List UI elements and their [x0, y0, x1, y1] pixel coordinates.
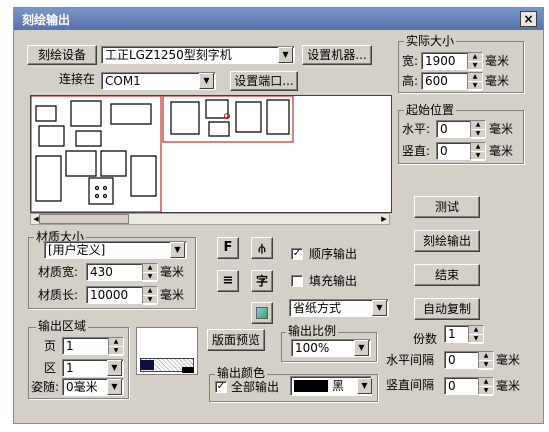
- width-unit: 毫米: [485, 54, 510, 68]
- end-button[interactable]: 结束: [414, 264, 480, 286]
- layout-preview-button[interactable]: 版面预览: [207, 329, 265, 351]
- width-label: 宽:: [402, 54, 419, 68]
- zone-dropdown-icon[interactable]: ▼: [107, 360, 122, 376]
- all-output-label: 全部输出: [231, 380, 280, 394]
- start-v-spinner[interactable]: ▲ ▼: [470, 143, 485, 161]
- start-h-label: 水平:: [402, 122, 431, 136]
- align-lines-icon[interactable]: ≡: [217, 270, 239, 292]
- cut-label: 姿随:: [31, 380, 60, 394]
- start-h-unit: 毫米: [489, 122, 514, 136]
- material-width-label: 材质宽:: [38, 265, 79, 279]
- cut-output-button[interactable]: 刻绘输出: [414, 230, 480, 252]
- start-position-label: 起始位置: [404, 103, 457, 117]
- copies-label: 份数: [413, 332, 438, 346]
- color-dropdown-icon[interactable]: ▼: [357, 378, 372, 394]
- auto-copy-button[interactable]: 自动复制: [414, 298, 480, 320]
- image-swatch: [256, 307, 268, 319]
- color-name: 黑: [332, 379, 345, 393]
- start-h-spinner[interactable]: ▲ ▼: [470, 121, 485, 139]
- port-label: 连接在: [59, 72, 96, 86]
- mini-preview-marker: [182, 367, 194, 373]
- title-bar[interactable]: [14, 8, 543, 30]
- cut-dropdown-icon[interactable]: ▼: [107, 379, 122, 395]
- color-swatch: [294, 380, 328, 392]
- fill-checkbox[interactable]: [291, 275, 303, 287]
- v-gap-spinner[interactable]: ▲ ▼: [478, 378, 493, 396]
- sequential-checkbox[interactable]: ✓: [291, 248, 303, 260]
- material-width-unit: 毫米: [160, 265, 185, 279]
- height-spinner[interactable]: ▲ ▼: [467, 73, 482, 91]
- sequential-label: 顺序输出: [309, 247, 358, 261]
- character-icon[interactable]: 字: [251, 270, 273, 292]
- start-v-label: 竖直:: [402, 144, 431, 158]
- output-area-label: 输出区域: [36, 319, 89, 333]
- mini-preview: [136, 327, 198, 375]
- height-unit: 毫米: [485, 74, 510, 88]
- mini-preview-job: [140, 360, 154, 370]
- device-dropdown-icon[interactable]: ▼: [278, 47, 293, 63]
- material-width-spinner[interactable]: ▲ ▼: [142, 264, 157, 282]
- paper-mode-dropdown-icon[interactable]: ▼: [372, 300, 387, 316]
- page-label: 页: [44, 339, 57, 353]
- actual-size-label: 实际大小: [404, 34, 457, 48]
- material-select[interactable]: [用户定义]: [44, 241, 187, 259]
- symbol-icon[interactable]: ⫛: [251, 237, 273, 259]
- material-length-spinner[interactable]: ▲ ▼: [142, 287, 157, 305]
- preview-drawing: [31, 96, 294, 212]
- page-spinner[interactable]: ▲ ▼: [108, 338, 123, 356]
- copies-spinner[interactable]: ▲ ▼: [468, 326, 483, 344]
- device-select[interactable]: 工正LGZ1250型刻字机: [101, 46, 295, 64]
- h-gap-spinner[interactable]: ▲ ▼: [478, 352, 493, 370]
- layout-preview[interactable]: [30, 95, 392, 213]
- width-spinner[interactable]: ▲ ▼: [467, 53, 482, 71]
- setup-device-button[interactable]: 设置机器...: [302, 45, 372, 65]
- scroll-thumb[interactable]: [39, 214, 129, 224]
- font-f-icon[interactable]: F: [217, 237, 239, 259]
- test-button[interactable]: 测试: [414, 196, 480, 218]
- setup-port-button[interactable]: 设置端口...: [230, 71, 298, 91]
- v-gap-unit: 毫米: [496, 379, 521, 393]
- fill-label: 填充输出: [309, 274, 358, 288]
- v-gap-label: 竖直间隔: [386, 378, 435, 392]
- material-dropdown-icon[interactable]: ▼: [170, 242, 185, 258]
- port-dropdown-icon[interactable]: ▼: [199, 73, 214, 89]
- scale-dropdown-icon[interactable]: ▼: [354, 340, 369, 356]
- h-gap-unit: 毫米: [496, 353, 521, 367]
- height-label: 高:: [402, 74, 419, 88]
- material-length-label: 材质长:: [38, 288, 79, 302]
- start-v-unit: 毫米: [489, 144, 514, 158]
- all-output-checkbox[interactable]: ✓: [215, 381, 227, 393]
- material-length-unit: 毫米: [160, 288, 185, 302]
- device-button[interactable]: 刻绘设备: [27, 45, 97, 65]
- zone-label: 区: [44, 361, 57, 375]
- preview-scrollbar[interactable]: ◀ ▶: [30, 213, 390, 225]
- h-gap-label: 水平间隔: [386, 353, 435, 367]
- scroll-right-icon[interactable]: ▶: [379, 214, 389, 224]
- scale-label: 输出比例: [286, 324, 339, 338]
- close-button[interactable]: ×: [520, 11, 537, 27]
- color-label: 输出颜色: [215, 366, 268, 380]
- image-icon[interactable]: [251, 302, 273, 324]
- window-title: 刻绘输出: [22, 13, 71, 27]
